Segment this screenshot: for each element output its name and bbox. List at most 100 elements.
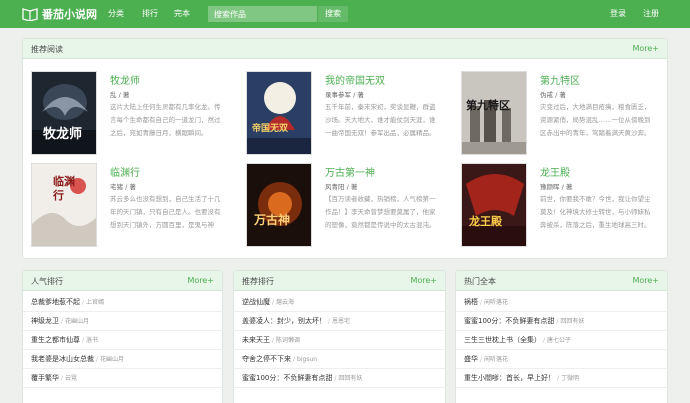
cover-title: 临渊行 — [53, 175, 75, 202]
list-item[interactable]: 神级龙卫 / 花幽山月 — [23, 312, 222, 331]
book-card[interactable]: 第九特区 第九特区 伪戒 / 著 灾变过后，大地满目疮痍，粮食匮乏，资源紧俏，局… — [461, 71, 667, 157]
search-input[interactable]: 搜索作品 — [208, 6, 317, 22]
list-item[interactable]: 总裁爹地惹不起 / 上官嫣 — [23, 293, 222, 312]
list-item-title[interactable]: 夺舍之停不下来 — [242, 355, 291, 363]
book-title[interactable]: 万古第一神 — [325, 164, 375, 179]
book-author: 宅猪 / 著 — [110, 183, 136, 191]
popular-rank-title: 人气排行 — [31, 277, 63, 286]
list-item[interactable]: 三生三世枕上书（全集） / 唐七公子 — [456, 331, 667, 350]
book-cover[interactable] — [31, 71, 97, 155]
list-item-author: 回回有妖 — [560, 318, 585, 325]
site-logo[interactable]: 番茄小说网 — [22, 5, 97, 23]
hot-complete-panel: 热门全本 More+ 祸梧 / 闲听落花 蜜蜜100分：不负鲜妻有点甜 / 回回有妖 三… — [455, 270, 668, 403]
book-description: 苏云多么也没有想到，自己生活了十几年的天门镇，只有自己是人。也要没有想到天门镇外… — [110, 195, 221, 229]
book-card[interactable]: 万古神 万古第一神 风青阳 / 著 【百万读者收藏，热销榜，人气榜第一作品！】李… — [246, 163, 456, 249]
book-author: 乱 / 著 — [110, 91, 130, 99]
list-item[interactable]: 夺舍之停不下来 / bigsun — [234, 350, 445, 369]
recommend-header: 推荐阅读 More+ — [23, 39, 667, 59]
list-item-author: 云霓 — [65, 375, 78, 382]
book-author: 豫颜晖 / 著 — [540, 183, 573, 191]
recommend-rank-panel: 推荐排行 More+ 逆战仙魔 / 熔云海 盖婆凌人：封少，别太坏！ / 恩恩宅 未来天… — [233, 270, 446, 403]
list-item-author: 陈词懒调 — [276, 337, 301, 344]
list-item[interactable]: 未来天王 / 陈词懒调 — [234, 331, 445, 350]
list-item-author: 花幽山月 — [65, 318, 90, 325]
book-cover[interactable] — [461, 163, 527, 247]
nav-ranking[interactable]: 排行 — [142, 8, 158, 19]
list-item-title[interactable]: 盛华 — [464, 355, 478, 363]
recommend-rank-more-link[interactable]: More+ — [410, 276, 437, 285]
book-card[interactable]: 帝国无双 我的帝国无双 录事参军 / 著 五千年前，秦末宋初，奕谈显鞭，群盗沙场… — [246, 71, 456, 157]
list-item-title[interactable]: 三生三世枕上书（全集） — [464, 336, 541, 344]
list-item-title[interactable]: 盖婆凌人：封少，别太坏！ — [242, 317, 326, 325]
list-item-title[interactable]: 覆手繁华 — [31, 374, 59, 382]
book-title[interactable]: 我的帝国无双 — [325, 72, 385, 87]
list-item-title[interactable]: 神级龙卫 — [31, 317, 59, 325]
book-author: 伪戒 / 著 — [540, 91, 566, 99]
list-item-author: 闲听落花 — [484, 299, 509, 306]
nav-completed[interactable]: 完本 — [174, 8, 190, 19]
site-logo-text: 番茄小说网 — [42, 8, 97, 21]
book-card[interactable]: 牧龙师 牧龙师 乱 / 著 这片大陆上任何生灵都有几率化龙。传言每个生命都有自己… — [31, 71, 241, 157]
cover-title: 第九特区 — [466, 99, 510, 112]
list-item-author: 洛书 — [86, 337, 99, 344]
list-item-title[interactable]: 重生之都市仙尊 — [31, 336, 80, 344]
book-card[interactable]: 临渊行 临渊行 宅猪 / 著 苏云多么也没有想到，自己生活了十几年的天门镇，只有… — [31, 163, 241, 249]
recommend-title: 推荐阅读 — [31, 45, 63, 54]
list-item[interactable]: 重生小閤嗲：首长，早上好！ / 丁微明 — [456, 369, 667, 388]
cover-title: 万古神 — [254, 213, 291, 227]
login-link[interactable]: 登录 — [610, 8, 626, 19]
hot-complete-more-link[interactable]: More+ — [632, 276, 659, 285]
hot-complete-title: 热门全本 — [464, 277, 496, 286]
book-logo-icon — [22, 8, 38, 21]
list-item[interactable]: 盛华 / 闲听落花 — [456, 350, 667, 369]
book-cover[interactable] — [461, 71, 527, 155]
book-title[interactable]: 龙王殿 — [540, 164, 570, 179]
list-item[interactable]: 我老婆是冰山女总裁 / 花幽山月 — [23, 350, 222, 369]
top-navbar: 番茄小说网 分类 排行 完本 搜索作品 搜索 登录 注册 — [0, 0, 690, 28]
book-title[interactable]: 第九特区 — [540, 72, 580, 87]
book-description: 前世，你要我不敢？今世，我让你望尘莫及！化神境大修士转世，与小师妹私奔被杀，陈落… — [540, 195, 651, 229]
list-item-title[interactable]: 重生小閤嗲：首长，早上好！ — [464, 374, 555, 382]
recommend-rank-title: 推荐排行 — [242, 277, 274, 286]
search-button[interactable]: 搜索 — [318, 6, 348, 22]
recommend-more-link[interactable]: More+ — [632, 44, 659, 53]
popular-rank-panel: 人气排行 More+ 总裁爹地惹不起 / 上官嫣 神级龙卫 / 花幽山月 重生之都市仙尊… — [22, 270, 223, 403]
list-item-title[interactable]: 蜜蜜100分：不负鲜妻有点甜 — [242, 374, 332, 382]
book-description: 【百万读者收藏，热销榜，人气榜第一作品！】李天命曾梦想要莫属了，他家的塑像，竟然… — [325, 195, 436, 229]
list-item[interactable]: 蜜蜜100分：不负鲜妻有点甜 / 回回有妖 — [456, 312, 667, 331]
book-cover[interactable] — [246, 71, 312, 155]
list-item-title[interactable]: 总裁爹地惹不起 — [31, 298, 80, 306]
list-item-author: 闲听落花 — [484, 356, 509, 363]
book-title[interactable]: 临渊行 — [110, 164, 140, 179]
cover-title: 帝国无双 — [252, 124, 289, 134]
list-item-title[interactable]: 逆战仙魔 — [242, 298, 270, 306]
list-item[interactable]: 重生之都市仙尊 / 洛书 — [23, 331, 222, 350]
nav-category[interactable]: 分类 — [108, 8, 124, 19]
recommend-panel: 推荐阅读 More+ 牧龙师 牧龙师 乱 / 著 这片大陆上任何生灵都有几率化龙… — [22, 38, 668, 259]
popular-rank-header: 人气排行 More+ — [23, 271, 222, 291]
recommend-rank-header: 推荐排行 More+ — [234, 271, 445, 291]
book-author: 风青阳 / 著 — [325, 183, 358, 191]
register-link[interactable]: 注册 — [643, 8, 659, 19]
list-item-author: 花幽山月 — [100, 356, 125, 363]
list-item[interactable]: 祸梧 / 闲听落花 — [456, 293, 667, 312]
hot-complete-header: 热门全本 More+ — [456, 271, 667, 291]
list-item[interactable]: 逆战仙魔 / 熔云海 — [234, 293, 445, 312]
book-title[interactable]: 牧龙师 — [110, 72, 140, 87]
list-item-author: 上官嫣 — [86, 299, 105, 306]
list-item-title[interactable]: 未来天王 — [242, 336, 270, 344]
cover-title: 牧龙师 — [43, 127, 83, 142]
book-card[interactable]: 龙王殿 龙王殿 豫颜晖 / 著 前世，你要我不敢？今世，我让你望尘莫及！化神境大… — [461, 163, 667, 249]
book-description: 灾变过后，大地满目疮痍，粮食匮乏，资源紧俏，局势混乱……一位从傍晚到区赤出中的青… — [540, 103, 651, 137]
list-item[interactable]: 盖婆凌人：封少，别太坏！ / 恩恩宅 — [234, 312, 445, 331]
list-item[interactable]: 蜜蜜100分：不负鲜妻有点甜 / 回回有妖 — [234, 369, 445, 388]
popular-rank-more-link[interactable]: More+ — [187, 276, 214, 285]
list-item-author: 唐七公子 — [547, 337, 572, 344]
book-cover[interactable] — [246, 163, 312, 247]
list-item-title[interactable]: 我老婆是冰山女总裁 — [31, 355, 94, 363]
list-item-title[interactable]: 蜜蜜100分：不负鲜妻有点甜 — [464, 317, 554, 325]
book-description: 五千年前，秦末宋初，奕谈显鞭，群盗沙场。天大地大，谁才能仗剑天涯，谁一曲帝国无双… — [325, 103, 436, 137]
list-item-title[interactable]: 祸梧 — [464, 298, 478, 306]
list-item[interactable]: 覆手繁华 / 云霓 — [23, 369, 222, 388]
list-item-author: 丁微明 — [561, 375, 580, 382]
